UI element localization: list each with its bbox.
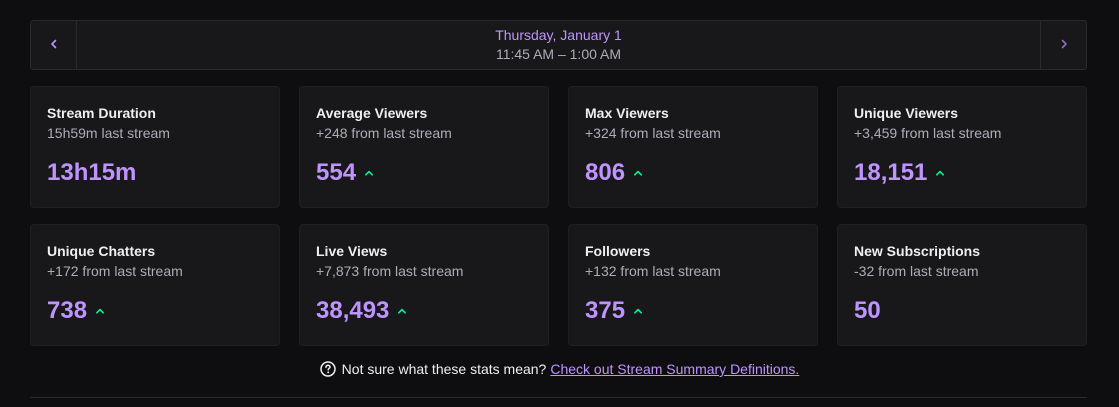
divider <box>30 397 1087 398</box>
date-display: Thursday, January 1 11:45 AM – 1:00 AM <box>76 21 1041 69</box>
stat-value-row: 50 <box>854 297 881 325</box>
stat-value-row: 18,151 <box>854 159 945 187</box>
stat-title: Average Viewers <box>316 105 428 121</box>
stat-comparison: -32 from last stream <box>854 263 979 279</box>
stat-value-row: 738 <box>47 297 105 325</box>
stat-comparison: +7,873 from last stream <box>316 263 464 279</box>
previous-stream-button[interactable] <box>31 21 77 69</box>
chevron-left-icon <box>49 36 59 54</box>
trend-up-icon <box>935 168 945 178</box>
stat-title: Stream Duration <box>47 105 156 121</box>
next-stream-button[interactable] <box>1040 21 1086 69</box>
trend-up-icon <box>633 306 643 316</box>
chevron-right-icon <box>1059 36 1069 54</box>
help-row: Not sure what these stats mean? Check ou… <box>0 361 1119 380</box>
stream-date: Thursday, January 1 <box>495 27 622 43</box>
help-text: Not sure what these stats mean? <box>341 361 547 377</box>
stat-value-row: 554 <box>316 159 374 187</box>
stat-comparison: +248 from last stream <box>316 125 452 141</box>
stat-value-row: 38,493 <box>316 297 407 325</box>
stat-comparison: 15h59m last stream <box>47 125 170 141</box>
stat-title: Followers <box>585 243 651 259</box>
stat-value: 50 <box>854 297 881 324</box>
date-navigator: Thursday, January 1 11:45 AM – 1:00 AM <box>30 20 1087 70</box>
stat-comparison: +3,459 from last stream <box>854 125 1002 141</box>
stat-card: Stream Duration 15h59m last stream 13h15m <box>30 86 280 208</box>
stat-value-row: 806 <box>585 159 643 187</box>
stat-value: 18,151 <box>854 159 928 186</box>
trend-up-icon <box>633 168 643 178</box>
stat-title: New Subscriptions <box>854 243 981 259</box>
stat-value: 806 <box>585 159 626 186</box>
stat-card: Live Views +7,873 from last stream 38,493 <box>299 224 549 346</box>
stat-value-row: 375 <box>585 297 643 325</box>
stat-title: Live Views <box>316 243 388 259</box>
trend-up-icon <box>364 168 374 178</box>
question-circle-icon <box>319 361 336 377</box>
stream-time-range: 11:45 AM – 1:00 AM <box>495 46 622 62</box>
stat-title: Unique Chatters <box>47 243 156 259</box>
stat-value: 13h15m <box>47 159 137 186</box>
stat-card: New Subscriptions -32 from last stream 50 <box>837 224 1087 346</box>
stat-card: Average Viewers +248 from last stream 554 <box>299 86 549 208</box>
stat-comparison: +172 from last stream <box>47 263 183 279</box>
stat-card: Followers +132 from last stream 375 <box>568 224 818 346</box>
stat-value: 38,493 <box>316 297 390 324</box>
stat-card: Unique Viewers +3,459 from last stream 18,… <box>837 86 1087 208</box>
stat-card: Max Viewers +324 from last stream 806 <box>568 86 818 208</box>
stat-comparison: +132 from last stream <box>585 263 721 279</box>
trend-up-icon <box>95 306 105 316</box>
stat-value: 554 <box>316 159 357 186</box>
stream-summary-definitions-link[interactable]: Check out Stream Summary Definitions. <box>550 361 799 377</box>
stat-value-row: 13h15m <box>47 159 136 187</box>
stats-grid: Stream Duration 15h59m last stream 13h15m A… <box>30 86 1088 346</box>
stat-value: 738 <box>47 297 88 324</box>
stat-comparison: +324 from last stream <box>585 125 721 141</box>
trend-up-icon <box>397 306 407 316</box>
stat-card: Unique Chatters +172 from last stream 738 <box>30 224 280 346</box>
stat-title: Max Viewers <box>585 105 669 121</box>
stat-title: Unique Viewers <box>854 105 959 121</box>
stat-value: 375 <box>585 297 626 324</box>
